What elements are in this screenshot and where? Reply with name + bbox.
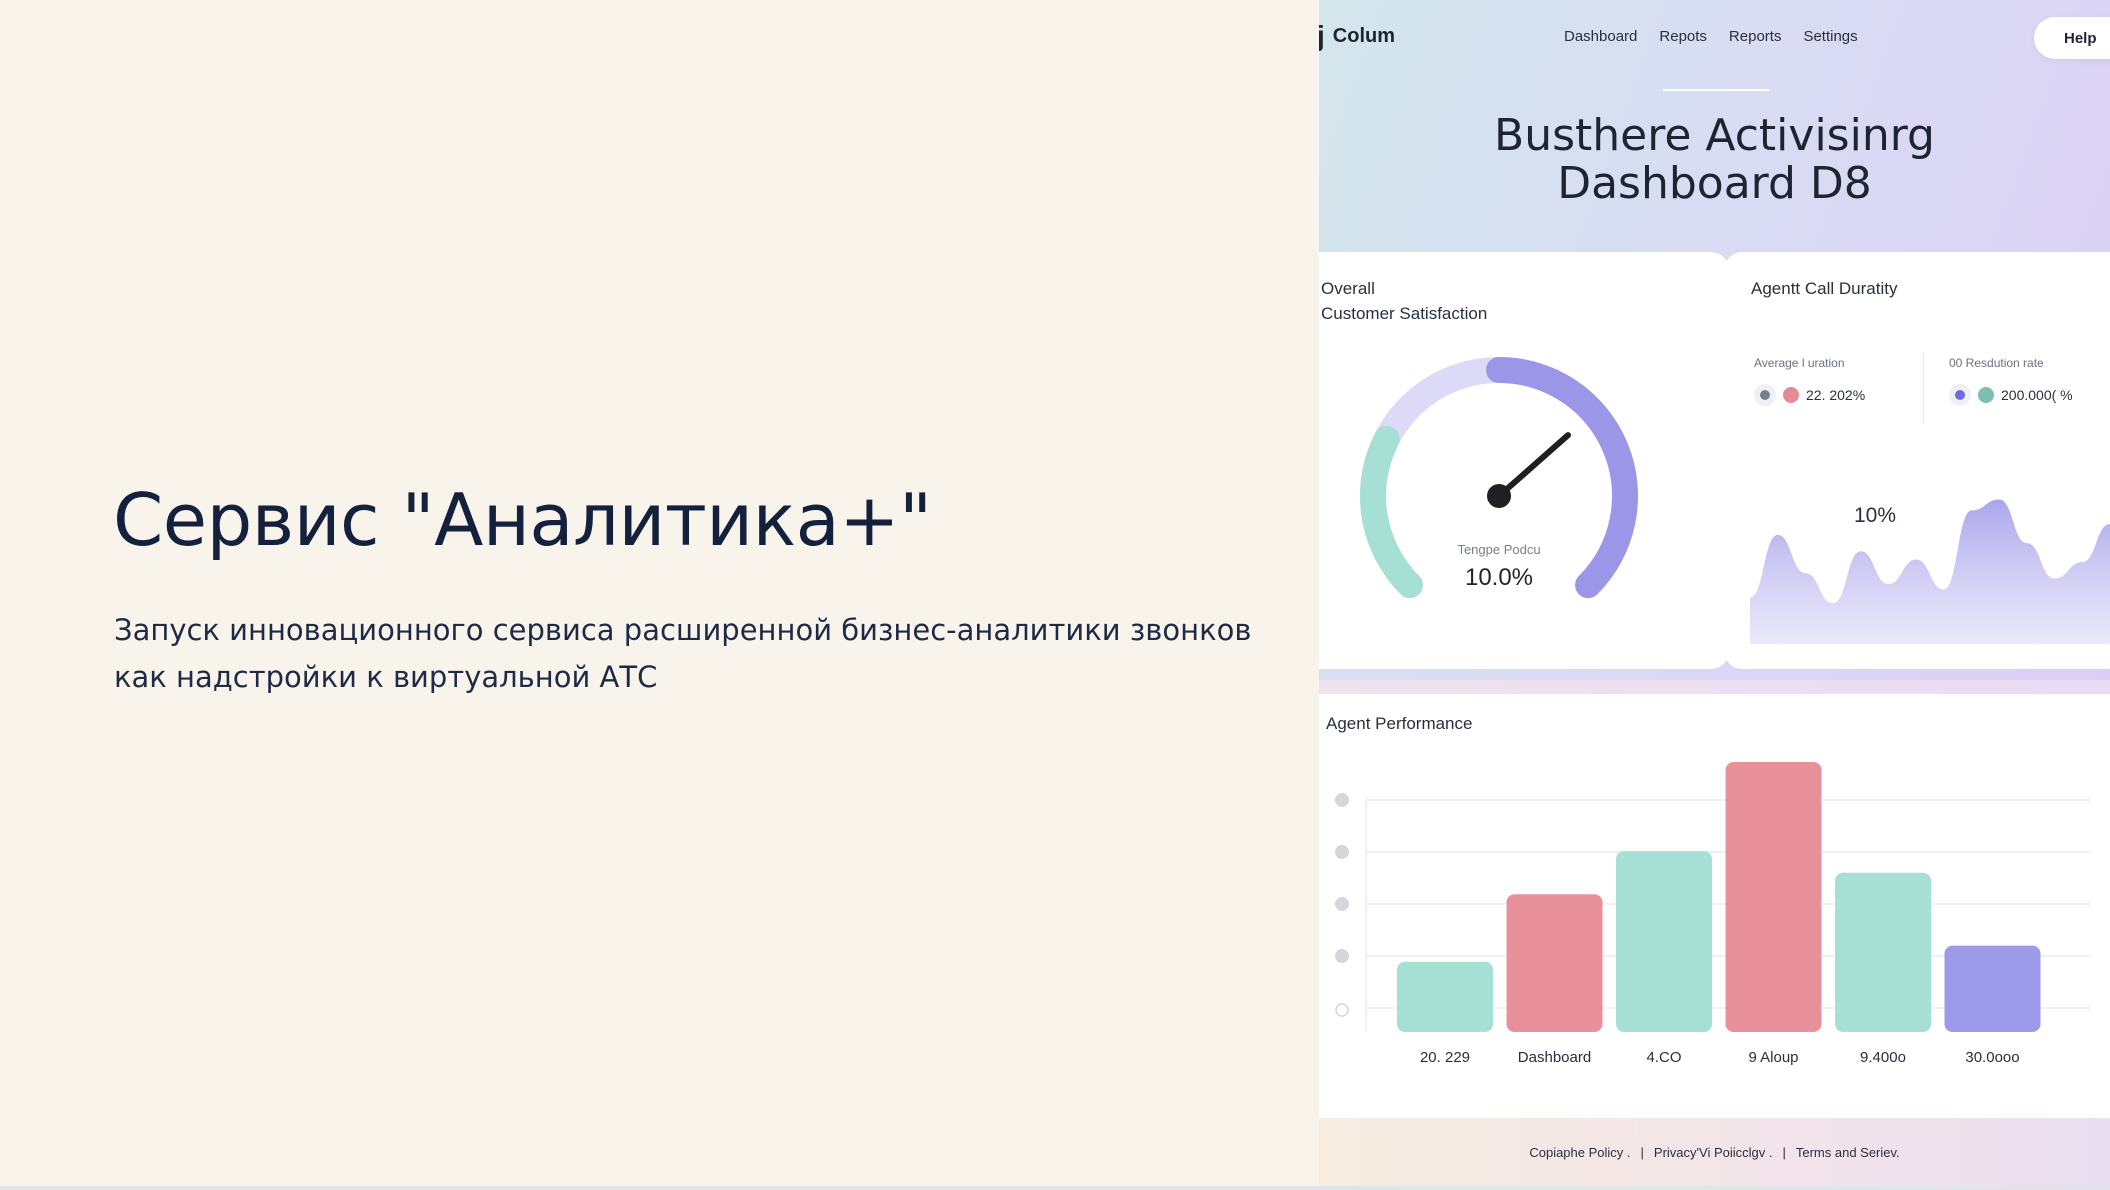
dashboard-title-text: Busthere Activisinrg Dashboard D8 (1494, 110, 1935, 209)
footer-link-privacy[interactable]: Privacy'Vi Poiicclgv . (1654, 1145, 1773, 1160)
x-tick-label: 20. 229 (1420, 1049, 1470, 1066)
clock-icon (1335, 1003, 1349, 1017)
average-duration-row: 22. 202% (1754, 384, 1865, 406)
footer-separator: | (1640, 1144, 1644, 1160)
brand[interactable]: j Colum (1319, 22, 1395, 50)
call-duration-card: Agentt Call Duratity Average l uration 2… (1724, 252, 2110, 669)
duration-area-path (1750, 499, 2110, 644)
bar-5 (1835, 872, 1931, 1032)
dot-icon (1335, 793, 1349, 807)
footer-link-policy[interactable]: Copiaphe Policy . (1529, 1145, 1630, 1160)
bar-2 (1506, 894, 1603, 1032)
metric-divider (1923, 352, 1924, 424)
bar-3 (1616, 851, 1712, 1032)
slide-title: Сервис "Аналитика+" (113, 478, 932, 562)
gauge-needle (1496, 432, 1572, 499)
nav-item-reports[interactable]: Reports (1729, 28, 1782, 45)
bar-1 (1397, 961, 1493, 1032)
bar-6 (1944, 945, 2041, 1032)
dot-icon (1335, 949, 1349, 963)
brand-logo-icon: j (1319, 20, 1325, 51)
gauge-caption: Tengpe Podcu (1457, 542, 1541, 557)
satisfaction-card: Overall Customer Satisfaction Tengpe Pod… (1319, 252, 1729, 669)
gauge-hub (1487, 484, 1511, 508)
footer: Copiaphe Policy . | Privacy'Vi Poiicclgv… (1319, 1118, 2110, 1186)
average-duration-value: 22. 202% (1806, 387, 1866, 403)
x-tick-label: 4.CO (1646, 1049, 1681, 1066)
dot-icon (1335, 845, 1349, 859)
dashboard-hero: j Colum Dashboard Repots Reports Setting… (1319, 0, 2110, 690)
hero-divider (1663, 89, 1769, 91)
x-tick-label: 9.400o (1860, 1049, 1906, 1066)
x-tick-label: 30.0ooo (1965, 1049, 2019, 1066)
agent-performance-chart: 20. 229 Dashboard 4.CO 9 Aloup 9.400o 30.0ooo (1335, 762, 2090, 1066)
nav-item-repots[interactable]: Repots (1659, 28, 1707, 45)
duration-area-chart (1750, 499, 2110, 644)
bar-4 (1725, 762, 1822, 1032)
resolution-rate-value: 200.000( % (2001, 387, 2073, 403)
section-band (1319, 680, 2110, 694)
help-button[interactable]: Help (2034, 17, 2110, 59)
dashboard-title: Busthere Activisinrg Dashboard D8 (1319, 112, 2110, 208)
gauge-value: 10.0% (1464, 564, 1534, 591)
dashboard-mockup: j Colum Dashboard Repots Reports Setting… (1319, 0, 2110, 1186)
bottom-strip (0, 1186, 2110, 1190)
resolution-rate-row: 200.000( % (1949, 384, 2073, 406)
satisfaction-gauge (1360, 357, 1638, 599)
dot-icon (1335, 897, 1349, 911)
status-dot-icon (1978, 387, 1994, 403)
flower-icon (1949, 384, 1971, 406)
slide-subtitle: Запуск инновационного сервиса расширенно… (114, 613, 1252, 694)
resolution-rate-metric: 00 Resdution rate 200.000( % (1949, 356, 2073, 406)
clock-icon (1754, 384, 1776, 406)
average-duration-label: Average l uration (1754, 356, 1845, 370)
brand-name: Colum (1332, 24, 1395, 47)
x-tick-label: 9 Aloup (1748, 1049, 1798, 1066)
call-duration-card-title: Agentt Call Duratity (1751, 279, 1898, 298)
nav-item-settings[interactable]: Settings (1803, 28, 1857, 45)
slide-left-panel: Сервис "Аналитика+" Запуск инновационног… (0, 0, 1319, 1190)
status-dot-icon (1783, 387, 1799, 403)
area-chart-label: 10% (1854, 504, 1897, 527)
resolution-rate-label: 00 Resdution rate (1949, 356, 2044, 370)
footer-link-terms[interactable]: Terms and Seriev. (1796, 1145, 1900, 1160)
nav-item-dashboard[interactable]: Dashboard (1564, 28, 1637, 45)
top-nav: Dashboard Repots Reports Settings (1564, 28, 1858, 45)
footer-separator: | (1782, 1144, 1786, 1160)
x-tick-label: Dashboard (1518, 1049, 1591, 1066)
agent-performance-title: Agent Performance (1326, 714, 1473, 733)
average-duration-metric: Average l uration 22. 202% (1754, 356, 1865, 406)
